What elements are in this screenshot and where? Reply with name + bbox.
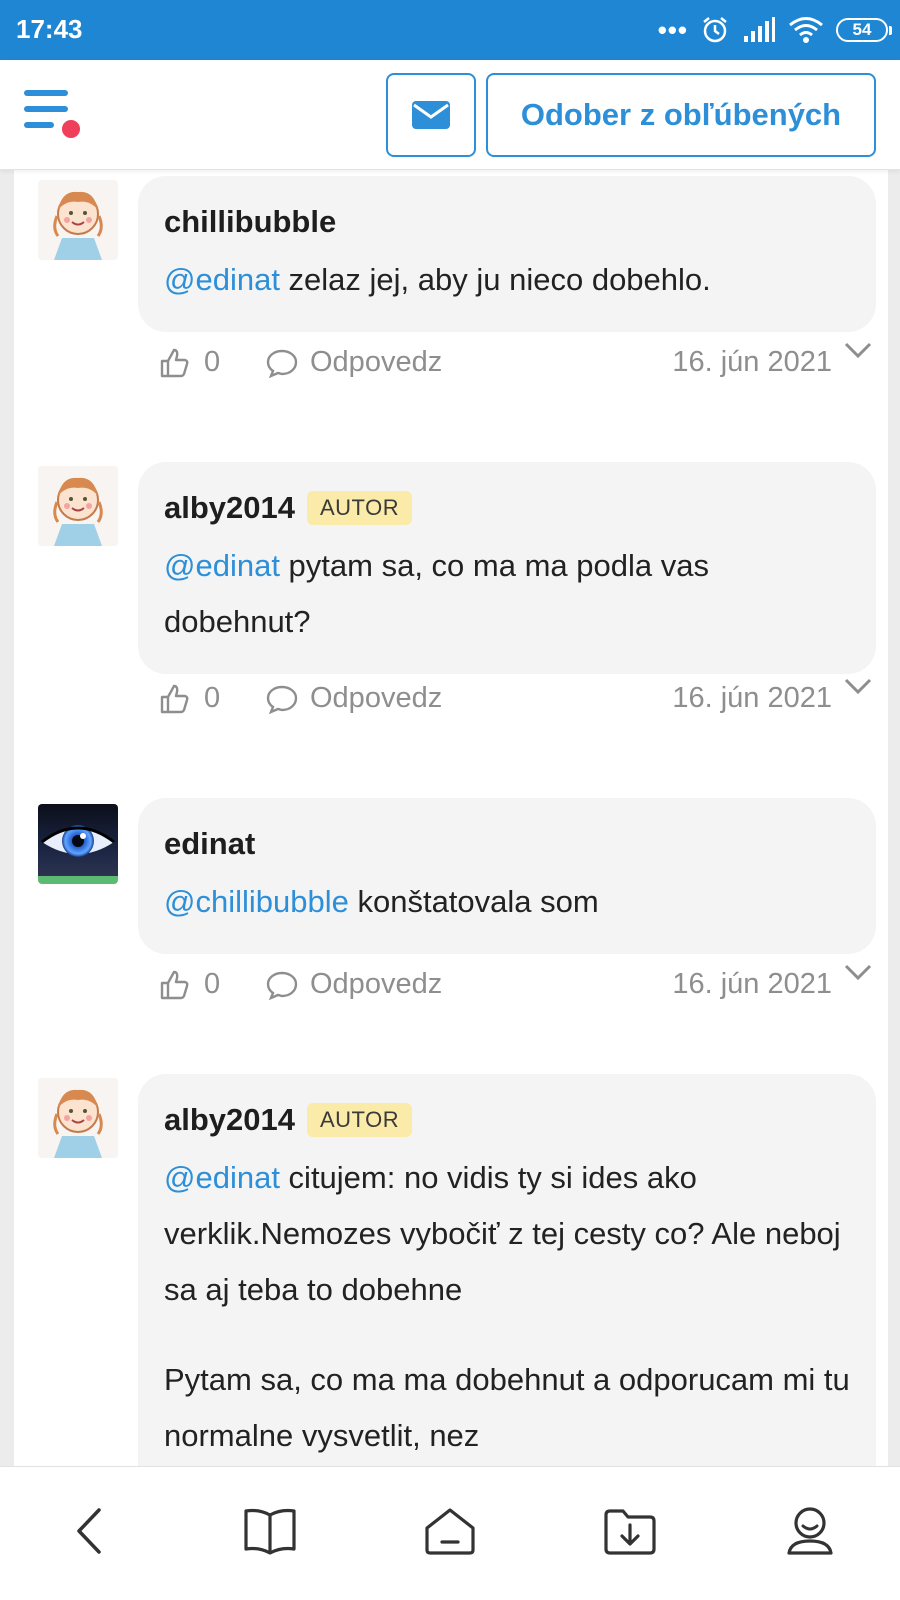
comment-bubble: alby2014 AUTOR @edinat citujem: no vidis … xyxy=(138,1074,876,1466)
app-header: Odober z obľúbených xyxy=(0,60,900,170)
profile-icon xyxy=(787,1507,833,1555)
reply-label: Odpovedz xyxy=(310,968,443,1000)
alarm-icon xyxy=(703,17,727,43)
chevron-down-icon[interactable] xyxy=(842,338,874,362)
author-name[interactable]: alby2014 xyxy=(164,1102,295,1138)
author-badge: AUTOR xyxy=(307,491,413,525)
signal-icon xyxy=(744,17,775,42)
avatar[interactable] xyxy=(38,1078,118,1158)
menu-icon-line xyxy=(24,122,54,128)
clock: 17:43 xyxy=(16,14,83,44)
girl-avatar-icon xyxy=(38,466,118,546)
like-count: 0 xyxy=(204,346,221,378)
like-count: 0 xyxy=(204,968,221,1000)
avatar[interactable] xyxy=(38,804,118,884)
comment-author: edinat xyxy=(164,824,852,864)
comment-bubble: chillibubble @edinat zelaz jej, aby ju n… xyxy=(138,176,876,332)
menu-icon-line xyxy=(24,106,68,112)
comment-author[interactable]: chillibubble xyxy=(164,202,852,242)
profile-button[interactable] xyxy=(780,1501,840,1561)
mention-link[interactable]: @edinat xyxy=(164,1160,280,1195)
comment-body: zelaz jej, aby ju nieco dobehlo. xyxy=(279,262,711,297)
comment-author: alby2014 AUTOR xyxy=(164,1100,852,1140)
notification-dot xyxy=(60,118,82,140)
menu-icon xyxy=(24,90,68,96)
battery-indicator: 54 xyxy=(836,18,892,42)
speech-bubble-icon xyxy=(266,349,298,378)
message-button[interactable] xyxy=(386,73,476,157)
author-badge: AUTOR xyxy=(307,1103,413,1137)
mention-link[interactable]: @chillibubble xyxy=(164,884,349,919)
comment-text: @edinat citujem: no vidis ty si ides ako… xyxy=(164,1150,852,1318)
like-count: 0 xyxy=(204,682,221,714)
like-button[interactable]: 0 xyxy=(158,346,220,379)
speech-bubble-icon xyxy=(266,971,298,1000)
status-bar: 17:43 ••• 54 xyxy=(0,0,900,60)
mention-link[interactable]: @edinat xyxy=(164,548,280,583)
downloads-button[interactable] xyxy=(600,1501,660,1561)
book-icon xyxy=(244,1508,296,1555)
like-button[interactable]: 0 xyxy=(158,682,220,715)
bottom-navigation xyxy=(0,1466,900,1600)
girl-avatar-icon xyxy=(38,1078,118,1158)
page-margin xyxy=(0,170,14,1466)
thumbs-up-icon xyxy=(160,348,189,377)
author-name[interactable]: edinat xyxy=(164,826,255,862)
remove-favorite-button[interactable]: Odober z obľúbených xyxy=(486,73,876,157)
girl-avatar-icon xyxy=(38,180,118,260)
scroll-track[interactable] xyxy=(888,170,900,1466)
comment-actions: 0 Odpovedz 16. jún 2021 xyxy=(158,964,878,1008)
bookmarks-button[interactable] xyxy=(240,1501,300,1561)
like-button[interactable]: 0 xyxy=(158,968,220,1001)
wifi-icon xyxy=(789,17,823,43)
menu-button[interactable] xyxy=(20,84,84,144)
comment-actions: 0 Odpovedz 16. jún 2021 xyxy=(158,678,878,722)
avatar[interactable] xyxy=(38,180,118,260)
home-icon xyxy=(425,1508,475,1555)
comment-date: 16. jún 2021 xyxy=(672,682,832,714)
comment-bubble: alby2014 AUTOR @edinat pytam sa, co ma ma… xyxy=(138,462,876,674)
author-name[interactable]: chillibubble xyxy=(164,204,336,240)
reply-label: Odpovedz xyxy=(310,682,443,714)
comment-date: 16. jún 2021 xyxy=(672,968,832,1000)
comment-author: alby2014 AUTOR xyxy=(164,488,852,528)
comments-list: chillibubble @edinat zelaz jej, aby ju n… xyxy=(14,170,886,1466)
home-button[interactable] xyxy=(420,1501,480,1561)
more-notifications-icon: ••• xyxy=(657,15,688,45)
comment-text: @chillibubble konštatovala som xyxy=(164,874,852,930)
speech-bubble-icon xyxy=(266,685,298,714)
envelope-icon xyxy=(412,101,450,129)
comment-body: konštatovala som xyxy=(348,884,599,919)
chevron-down-icon[interactable] xyxy=(842,674,874,698)
comment-text: @edinat zelaz jej, aby ju nieco dobehlo. xyxy=(164,252,852,308)
back-button[interactable] xyxy=(58,1501,118,1561)
reply-label: Odpovedz xyxy=(310,346,443,378)
comment-date: 16. jún 2021 xyxy=(672,346,832,378)
thumbs-up-icon xyxy=(160,970,189,999)
avatar[interactable] xyxy=(38,466,118,546)
thumbs-up-icon xyxy=(160,684,189,713)
reply-button[interactable]: Odpovedz xyxy=(266,968,442,1001)
comment-text-paragraph: Pytam sa, co ma ma dobehnut a odporucam … xyxy=(164,1362,850,1453)
author-name[interactable]: alby2014 xyxy=(164,490,295,526)
comment-actions: 0 Odpovedz 16. jún 2021 xyxy=(158,342,878,386)
back-icon xyxy=(77,1508,101,1554)
comment-bubble: edinat @chillibubble konštatovala som xyxy=(138,798,876,954)
status-icons: ••• 54 xyxy=(657,14,892,46)
mention-link[interactable]: @edinat xyxy=(164,262,280,297)
chevron-down-icon[interactable] xyxy=(842,960,874,984)
reply-button[interactable]: Odpovedz xyxy=(266,682,442,715)
download-folder-icon xyxy=(604,1509,656,1555)
reply-button[interactable]: Odpovedz xyxy=(266,346,442,379)
eye-avatar-icon xyxy=(38,804,118,884)
comment-text: @edinat pytam sa, co ma ma podla vas dob… xyxy=(164,538,852,650)
